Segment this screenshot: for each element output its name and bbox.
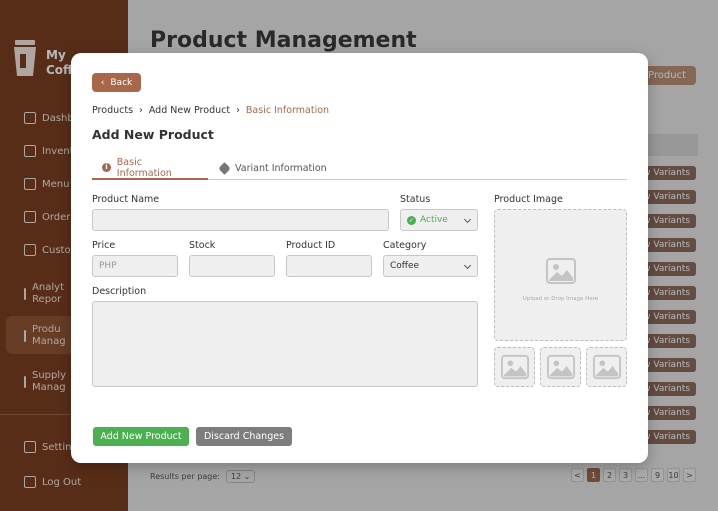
chevron-down-icon bbox=[463, 215, 472, 224]
breadcrumb-products[interactable]: Products bbox=[92, 105, 133, 116]
check-circle-icon: ✓ bbox=[407, 215, 416, 225]
chevron-right-icon: › bbox=[139, 105, 143, 116]
discard-changes-button[interactable]: Discard Changes bbox=[196, 427, 292, 446]
image-placeholder-icon bbox=[547, 354, 575, 380]
breadcrumb-add-new-product[interactable]: Add New Product bbox=[149, 105, 230, 116]
product-image-label: Product Image bbox=[494, 194, 563, 205]
tab-label: Basic Information bbox=[116, 156, 172, 179]
add-product-modal: ‹ Back Products › Add New Product › Basi… bbox=[71, 53, 648, 463]
modal-title: Add New Product bbox=[92, 127, 214, 142]
image-thumbnail-slot[interactable] bbox=[494, 347, 535, 387]
category-select[interactable]: Coffee bbox=[383, 255, 478, 277]
stock-label: Stock bbox=[189, 240, 216, 251]
breadcrumb-basic-information: Basic Information bbox=[245, 105, 330, 116]
image-dropzone-hint: Upload or Drop Image Here bbox=[522, 296, 599, 302]
tab-label: Variant Information bbox=[235, 163, 327, 174]
product-name-input[interactable] bbox=[92, 209, 389, 231]
status-select[interactable]: ✓ Active bbox=[400, 209, 478, 231]
description-label: Description bbox=[92, 286, 147, 297]
price-input[interactable]: PHP bbox=[92, 255, 178, 277]
price-label: Price bbox=[92, 240, 116, 251]
tab-basic-information[interactable]: i Basic Information bbox=[92, 157, 208, 180]
category-value: Coffee bbox=[390, 261, 420, 271]
info-icon: i bbox=[102, 163, 111, 172]
image-placeholder-icon bbox=[593, 354, 621, 380]
add-new-product-button[interactable]: Add New Product bbox=[93, 427, 189, 446]
chevron-down-icon bbox=[463, 261, 472, 270]
product-id-label: Product ID bbox=[286, 240, 336, 251]
image-thumbnail-slot[interactable] bbox=[540, 347, 581, 387]
tab-bar: i Basic Information Variant Information bbox=[92, 157, 627, 180]
status-label: Status bbox=[400, 194, 431, 205]
description-textarea[interactable] bbox=[92, 301, 478, 387]
status-value: Active bbox=[420, 215, 448, 225]
product-name-label: Product Name bbox=[92, 194, 160, 205]
back-button-label: Back bbox=[110, 77, 133, 88]
image-dropzone[interactable]: Upload or Drop Image Here bbox=[494, 209, 627, 341]
back-button[interactable]: ‹ Back bbox=[92, 73, 141, 92]
chevron-right-icon: › bbox=[236, 105, 240, 116]
stock-input[interactable] bbox=[189, 255, 275, 277]
breadcrumb: Products › Add New Product › Basic Infor… bbox=[92, 105, 329, 116]
image-placeholder-icon bbox=[546, 258, 576, 284]
image-placeholder-icon bbox=[501, 354, 529, 380]
tab-variant-information[interactable]: Variant Information bbox=[210, 157, 337, 180]
image-thumbnail-slot[interactable] bbox=[586, 347, 627, 387]
category-label: Category bbox=[383, 240, 427, 251]
chevron-left-icon: ‹ bbox=[100, 77, 105, 88]
tag-icon bbox=[218, 162, 231, 175]
product-id-input[interactable] bbox=[286, 255, 372, 277]
